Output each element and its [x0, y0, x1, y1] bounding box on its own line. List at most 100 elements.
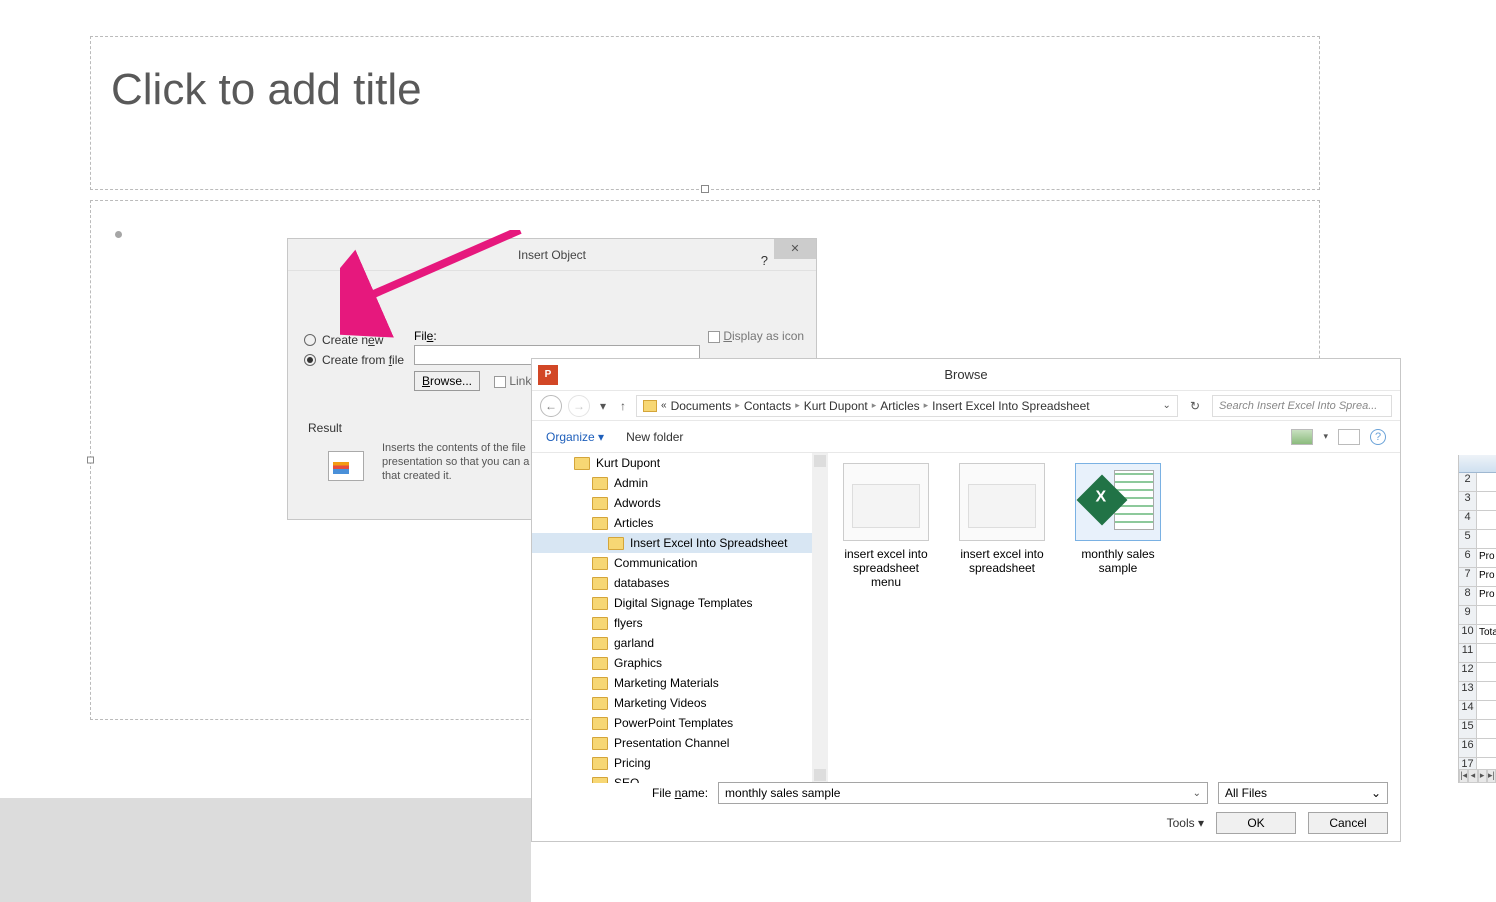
- breadcrumb-item[interactable]: Articles: [880, 399, 919, 413]
- breadcrumb-item[interactable]: Kurt Dupont: [804, 399, 868, 413]
- dialog-title: Insert Object: [518, 248, 586, 262]
- radio-label: Create new: [322, 333, 383, 347]
- slide-title-placeholder[interactable]: Click to add title: [90, 36, 1320, 190]
- browse-dialog: P Browse ← → ▾ ↑ « Documents▸ Contacts▸ …: [531, 358, 1401, 842]
- tools-button[interactable]: Tools ▾: [1167, 816, 1204, 830]
- cancel-button[interactable]: Cancel: [1308, 812, 1388, 834]
- tree-item[interactable]: Pricing: [532, 753, 827, 773]
- tree-item[interactable]: Marketing Videos: [532, 693, 827, 713]
- sheet-row[interactable]: 7Pro: [1459, 568, 1496, 587]
- tree-scrollbar[interactable]: [812, 453, 828, 783]
- folder-icon: [592, 597, 608, 610]
- nav-row: ← → ▾ ↑ « Documents▸ Contacts▸ Kurt Dupo…: [532, 391, 1400, 421]
- new-folder-button[interactable]: New folder: [626, 430, 683, 444]
- ok-button[interactable]: OK: [1216, 812, 1296, 834]
- sheet-row[interactable]: 14: [1459, 701, 1496, 720]
- tree-item-label: Marketing Videos: [614, 696, 707, 710]
- sheet-row[interactable]: 6Pro: [1459, 549, 1496, 568]
- browse-button[interactable]: Browse...: [414, 371, 480, 391]
- tree-item[interactable]: Communication: [532, 553, 827, 573]
- tree-item[interactable]: Kurt Dupont: [532, 453, 827, 473]
- folder-icon: [608, 537, 624, 550]
- resize-handle-left[interactable]: [87, 457, 94, 464]
- tree-item[interactable]: PowerPoint Templates: [532, 713, 827, 733]
- row-number: 5: [1459, 530, 1477, 548]
- sheet-header: [1459, 455, 1496, 473]
- tree-item[interactable]: Insert Excel Into Spreadsheet: [532, 533, 827, 553]
- tree-item[interactable]: databases: [532, 573, 827, 593]
- file-item[interactable]: insert excel into spreadsheet: [954, 463, 1050, 575]
- tree-item[interactable]: Presentation Channel: [532, 733, 827, 753]
- tree-item-label: flyers: [614, 616, 643, 630]
- folder-icon: [592, 637, 608, 650]
- tree-item-label: Adwords: [614, 496, 661, 510]
- row-number: 7: [1459, 568, 1477, 586]
- refresh-button[interactable]: ↻: [1184, 399, 1206, 413]
- files-panel[interactable]: insert excel into spreadsheet menuinsert…: [828, 453, 1400, 783]
- breadcrumb-item[interactable]: Insert Excel Into Spreadsheet: [932, 399, 1089, 413]
- sheet-row[interactable]: 11: [1459, 644, 1496, 663]
- organize-button[interactable]: Organize ▾: [546, 430, 604, 444]
- forward-button[interactable]: →: [568, 395, 590, 417]
- row-number: 2: [1459, 473, 1477, 491]
- radio-create-from-file[interactable]: Create from file: [304, 353, 404, 367]
- sheet-row[interactable]: 2: [1459, 473, 1496, 492]
- help-icon[interactable]: ?: [1370, 429, 1386, 445]
- preview-pane-icon[interactable]: [1338, 429, 1360, 445]
- tree-item-label: Kurt Dupont: [596, 456, 660, 470]
- folder-tree[interactable]: Kurt Dupont Admin Adwords Articles Insert Ex…: [532, 453, 828, 783]
- tree-item[interactable]: flyers: [532, 613, 827, 633]
- breadcrumb[interactable]: « Documents▸ Contacts▸ Kurt Dupont▸ Arti…: [636, 395, 1178, 417]
- sheet-row[interactable]: 10Tota: [1459, 625, 1496, 644]
- folder-icon: [592, 497, 608, 510]
- tree-item[interactable]: garland: [532, 633, 827, 653]
- row-number: 14: [1459, 701, 1477, 719]
- tree-item-label: Communication: [614, 556, 697, 570]
- filename-input[interactable]: monthly sales sample⌄: [718, 782, 1208, 804]
- folder-icon: [592, 577, 608, 590]
- bullet-icon: [115, 231, 122, 238]
- folder-icon: [592, 677, 608, 690]
- tree-item[interactable]: Digital Signage Templates: [532, 593, 827, 613]
- tree-item[interactable]: Graphics: [532, 653, 827, 673]
- search-input[interactable]: Search Insert Excel Into Sprea...: [1212, 395, 1392, 417]
- sheet-row[interactable]: 15: [1459, 720, 1496, 739]
- tree-item[interactable]: Articles: [532, 513, 827, 533]
- view-icon[interactable]: [1291, 429, 1313, 445]
- breadcrumb-item[interactable]: Documents: [671, 399, 732, 413]
- file-item[interactable]: Xmonthly sales sample: [1070, 463, 1166, 575]
- sheet-row[interactable]: 16: [1459, 739, 1496, 758]
- sheet-row[interactable]: 4: [1459, 511, 1496, 530]
- filename-row: File name: monthly sales sample⌄ All Fil…: [532, 779, 1400, 807]
- folder-icon: [643, 400, 657, 412]
- sheet-row[interactable]: 12: [1459, 663, 1496, 682]
- tree-item-label: Pricing: [614, 756, 651, 770]
- back-button[interactable]: ←: [540, 395, 562, 417]
- tree-item-label: Insert Excel Into Spreadsheet: [630, 536, 787, 550]
- folder-icon: [592, 697, 608, 710]
- sheet-row[interactable]: 3: [1459, 492, 1496, 511]
- tree-item[interactable]: Admin: [532, 473, 827, 493]
- tree-item-label: Graphics: [614, 656, 662, 670]
- file-thumbnail: [959, 463, 1045, 541]
- close-button[interactable]: ✕: [774, 239, 816, 259]
- display-as-icon-checkbox[interactable]: Display as icon: [708, 329, 804, 343]
- resize-handle[interactable]: [701, 185, 709, 193]
- tree-item-label: PowerPoint Templates: [614, 716, 733, 730]
- sheet-row[interactable]: 5: [1459, 530, 1496, 549]
- radio-create-new[interactable]: Create new: [304, 333, 383, 347]
- recent-button[interactable]: ▾: [600, 399, 606, 413]
- sheet-row[interactable]: 13: [1459, 682, 1496, 701]
- sheet-scrollbar[interactable]: |◂◂▸▸|: [1459, 769, 1496, 783]
- file-item[interactable]: insert excel into spreadsheet menu: [838, 463, 934, 589]
- tree-item[interactable]: Marketing Materials: [532, 673, 827, 693]
- up-button[interactable]: ↑: [620, 399, 626, 413]
- link-checkbox[interactable]: Link: [494, 374, 531, 388]
- breadcrumb-item[interactable]: Contacts: [744, 399, 791, 413]
- sheet-row[interactable]: 9: [1459, 606, 1496, 625]
- filetype-filter[interactable]: All Files⌄: [1218, 782, 1388, 804]
- sheet-row[interactable]: 8Pro: [1459, 587, 1496, 606]
- tree-item[interactable]: Adwords: [532, 493, 827, 513]
- row-number: 3: [1459, 492, 1477, 510]
- row-number: 4: [1459, 511, 1477, 529]
